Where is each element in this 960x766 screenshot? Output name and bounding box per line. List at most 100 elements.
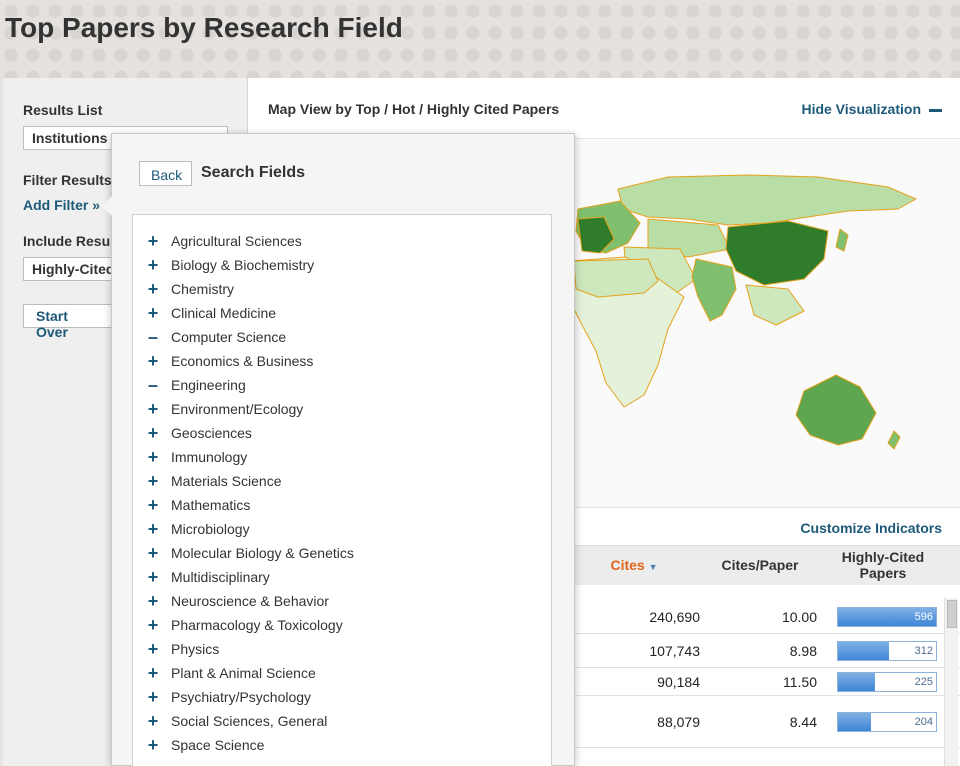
field-item[interactable]: + Agricultural Sciences [147, 230, 302, 252]
plus-icon[interactable]: + [147, 256, 159, 274]
field-item[interactable]: + Biology & Biochemistry [147, 254, 314, 276]
add-filter-link[interactable]: Add Filter » [23, 197, 100, 213]
field-label: Psychiatry/Psychology [171, 689, 312, 705]
plus-icon[interactable]: + [147, 736, 159, 754]
field-item[interactable]: + Neuroscience & Behavior [147, 590, 329, 612]
plus-icon[interactable]: + [147, 640, 159, 658]
plus-icon[interactable]: + [147, 568, 159, 586]
scroll-thumb[interactable] [947, 600, 957, 628]
plus-icon[interactable]: + [147, 472, 159, 490]
highly-cited-value: 596 [914, 611, 933, 623]
highly-cited-header[interactable]: Highly-Cited Papers [828, 549, 938, 581]
highly-cited-value: 312 [914, 645, 933, 657]
field-item[interactable]: – Engineering [147, 374, 246, 396]
cites-cell: 88,079 [657, 714, 700, 730]
field-item[interactable]: + Economics & Business [147, 350, 314, 372]
cites-per-paper-cell: 10.00 [781, 609, 817, 625]
page-header: Top Papers by Research Field [0, 0, 960, 78]
highly-cited-bar: 312 [837, 641, 937, 661]
field-label: Mathematics [171, 497, 251, 513]
cites-per-paper-cell: 8.98 [789, 643, 817, 659]
field-item[interactable]: + Environment/Ecology [147, 398, 304, 420]
cites-cell: 90,184 [657, 674, 700, 690]
table-scrollbar[interactable] [944, 598, 958, 766]
field-item[interactable]: + Immunology [147, 446, 248, 468]
map-russia [617, 174, 917, 226]
map-india [691, 258, 737, 322]
back-button[interactable]: Back [139, 161, 193, 186]
plus-icon[interactable]: + [147, 688, 159, 706]
plus-icon[interactable]: + [147, 232, 159, 250]
hide-visualization-label: Hide Visualization [801, 101, 921, 117]
field-label: Chemistry [171, 281, 235, 297]
map-southeast-asia [745, 284, 805, 326]
highly-cited-value: 225 [914, 676, 933, 688]
plus-icon[interactable]: + [147, 424, 159, 442]
field-label: Geosciences [171, 425, 252, 441]
plus-icon[interactable]: + [147, 304, 159, 322]
page-title: Top Papers by Research Field [5, 12, 403, 43]
minus-icon[interactable]: – [147, 328, 159, 346]
field-label: Plant & Animal Science [171, 665, 316, 681]
plus-icon[interactable]: + [147, 664, 159, 682]
field-label: Biology & Biochemistry [171, 257, 315, 273]
field-label: Molecular Biology & Genetics [171, 545, 354, 561]
field-item[interactable]: + Physics [147, 638, 220, 660]
field-label: Social Sciences, General [171, 713, 328, 729]
plus-icon[interactable]: + [147, 496, 159, 514]
plus-icon[interactable]: + [147, 280, 159, 298]
plus-icon[interactable]: + [147, 400, 159, 418]
cites-header-label: Cites [610, 557, 645, 573]
field-item[interactable]: + Clinical Medicine [147, 302, 276, 324]
field-label: Neuroscience & Behavior [171, 593, 329, 609]
map-australia [795, 374, 877, 446]
map-china [725, 220, 829, 286]
highly-cited-bar: 596 [837, 607, 937, 627]
field-label: Multidisciplinary [171, 569, 270, 585]
field-item[interactable]: + Chemistry [147, 278, 234, 300]
field-item[interactable]: + Microbiology [147, 518, 250, 540]
field-item[interactable]: + Pharmacology & Toxicology [147, 614, 343, 636]
field-item[interactable]: + Social Sciences, General [147, 710, 328, 732]
bar-fill [838, 713, 872, 731]
plus-icon[interactable]: + [147, 448, 159, 466]
cites-column-header[interactable]: Cites ▼ [604, 557, 664, 573]
plus-icon[interactable]: + [147, 352, 159, 370]
results-list-label: Results List [23, 102, 103, 118]
field-label: Physics [171, 641, 220, 657]
map-japan [835, 228, 849, 252]
field-label: Agricultural Sciences [171, 233, 302, 249]
field-item[interactable]: + Geosciences [147, 422, 252, 444]
field-label: Immunology [171, 449, 248, 465]
field-item[interactable]: + Materials Science [147, 470, 282, 492]
field-list[interactable]: + Agricultural Sciences + Biology & Biochem… [132, 214, 552, 766]
field-item[interactable]: + Plant & Animal Science [147, 662, 316, 684]
sort-down-icon: ▼ [648, 562, 658, 572]
field-item[interactable]: + Mathematics [147, 494, 251, 516]
plus-icon[interactable]: + [147, 520, 159, 538]
field-item[interactable]: + Molecular Biology & Genetics [147, 542, 354, 564]
field-label: Materials Science [171, 473, 282, 489]
field-item[interactable]: – Computer Science [147, 326, 286, 348]
cites-per-paper-cell: 8.44 [789, 714, 817, 730]
plus-icon[interactable]: + [147, 712, 159, 730]
cites-per-paper-cell: 11.50 [783, 674, 817, 690]
field-item[interactable]: + Space Science [147, 734, 265, 756]
plus-icon[interactable]: + [147, 592, 159, 610]
field-label: Space Science [171, 737, 265, 753]
plus-icon[interactable]: + [147, 616, 159, 634]
field-item[interactable]: + Multidisciplinary [147, 566, 270, 588]
cites-per-paper-header[interactable]: Cites/Paper [710, 557, 810, 573]
field-label: Environment/Ecology [171, 401, 304, 417]
customize-indicators-link[interactable]: Customize Indicators [800, 520, 942, 536]
field-label: Microbiology [171, 521, 250, 537]
plus-icon[interactable]: + [147, 544, 159, 562]
minus-icon[interactable]: – [147, 376, 159, 394]
bar-fill [838, 673, 876, 691]
hide-visualization-link[interactable]: Hide Visualization [801, 101, 942, 117]
field-label: Clinical Medicine [171, 305, 277, 321]
highly-cited-bar: 225 [837, 672, 937, 692]
field-item[interactable]: + Psychiatry/Psychology [147, 686, 311, 708]
start-over-button[interactable]: Start Over [23, 304, 113, 340]
map-view-title: Map View by Top / Hot / Highly Cited Pap… [268, 101, 560, 117]
